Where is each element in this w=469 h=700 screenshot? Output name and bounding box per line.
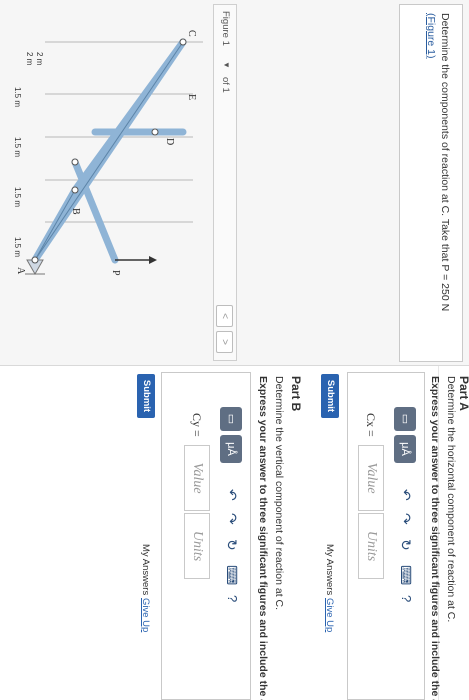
part-b-submit-button[interactable]: Submit (137, 374, 155, 418)
problem-panel: Determine the components of reaction at … (0, 0, 469, 365)
help-icon[interactable]: ? (399, 595, 414, 602)
label-a: A (15, 267, 26, 275)
label-c: C (186, 30, 197, 37)
part-b-title: Part B (289, 376, 303, 412)
truss-figure: P A B C D E 2 m 2 m 1.5 m 1.5 m 1.5 m 1.… (13, 30, 203, 276)
undo-icon[interactable]: ↶ (397, 489, 414, 501)
part-b-my-answers-link[interactable]: My Answers (140, 544, 151, 595)
reset-icon[interactable]: ↻ (223, 539, 240, 551)
part-b-answer-box: ▭ μÅ ↶ ↷ ↻ ⌨ ? Cy = Value Units (161, 372, 251, 700)
help-icon[interactable]: ? (225, 595, 240, 602)
keyboard-icon[interactable]: ⌨ (397, 565, 414, 585)
dim-1-5m-a: 1.5 m (13, 237, 22, 257)
label-p: P (110, 270, 121, 276)
cy-value-field[interactable]: Value (184, 445, 210, 511)
problem-statement: Determine the components of reaction at … (399, 4, 463, 362)
truss-outlines (34, 41, 184, 261)
part-b-give-up-link[interactable]: Give Up (140, 598, 151, 632)
part-a-give-up-link[interactable]: Give Up (324, 598, 335, 632)
templates-icon[interactable]: ▭ (394, 407, 416, 431)
load-arrow (115, 256, 157, 264)
answer-panel: Part A Determine the horizontal componen… (0, 365, 469, 700)
cx-units-field[interactable]: Units (358, 513, 384, 579)
cx-value-field[interactable]: Value (358, 445, 384, 511)
label-b: B (70, 208, 81, 215)
part-a-title: Part A (457, 376, 469, 411)
dim-1-5m-b: 1.5 m (13, 187, 22, 207)
redo-icon[interactable]: ↷ (397, 513, 414, 525)
part-a-my-answers-link[interactable]: My Answers (324, 544, 335, 595)
cy-units-field[interactable]: Units (184, 513, 210, 579)
keyboard-icon[interactable]: ⌨ (223, 565, 240, 585)
part-a-answer-box: ▭ μÅ ↶ ↷ ↻ ⌨ ? Cx = Value Units (347, 372, 425, 700)
undo-icon[interactable]: ↶ (223, 489, 240, 501)
next-figure-button[interactable]: > (216, 331, 233, 353)
dim-2m-upper: 2 m (35, 52, 44, 66)
redo-icon[interactable]: ↷ (223, 513, 240, 525)
cy-label: Cy = (190, 413, 204, 437)
mu-symbol-button[interactable]: μÅ (220, 435, 242, 463)
part-a-description: Determine the horizontal component of re… (445, 376, 457, 623)
cx-label: Cx = (364, 413, 378, 437)
rotated-page: Determine the components of reaction at … (0, 0, 469, 700)
previous-figure-button[interactable]: < (216, 305, 233, 327)
figure-dropdown-icon[interactable]: ▼ (222, 61, 231, 69)
figure-label: Figure 1 (220, 11, 231, 46)
reset-icon[interactable]: ↻ (397, 539, 414, 551)
figure-link[interactable]: (Figure 1) (425, 13, 437, 59)
figure-count: of 1 (220, 77, 231, 93)
dim-2m-lower: 2 m (25, 52, 34, 66)
label-e: E (186, 94, 197, 100)
dim-1-5m-d: 1.5 m (13, 87, 22, 107)
mu-symbol-button[interactable]: μÅ (394, 435, 416, 463)
problem-text: Determine the components of reaction at … (439, 13, 451, 312)
part-b-instruction: Express your answer to three significant… (257, 376, 269, 700)
part-b-description: Determine the vertical component of reac… (273, 376, 285, 611)
figure-navigation: Figure 1 ▼ of 1 < > (213, 4, 237, 361)
part-a-instruction: Express your answer to three significant… (429, 376, 441, 700)
dim-1-5m-c: 1.5 m (13, 137, 22, 157)
label-d: D (164, 138, 175, 145)
part-a-submit-button[interactable]: Submit (321, 374, 339, 418)
templates-icon[interactable]: ▭ (220, 407, 242, 431)
